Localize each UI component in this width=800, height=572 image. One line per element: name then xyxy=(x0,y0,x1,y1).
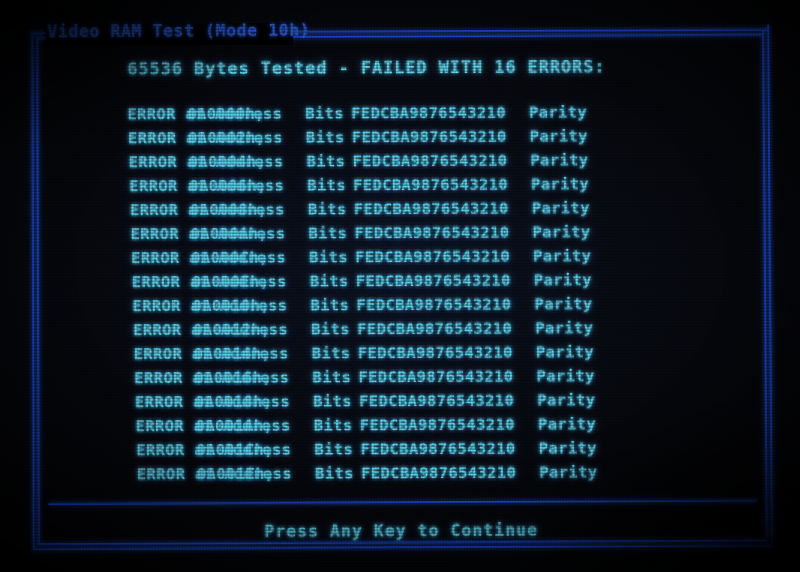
error-row-label: ERROR at Address xyxy=(128,152,284,172)
error-row-address: 0A000Ch, xyxy=(191,248,269,268)
frame-bottom-outer-line xyxy=(32,544,773,551)
error-row-bits-word: Bits xyxy=(313,416,353,435)
error-row-address: 0A0002h, xyxy=(187,128,266,148)
error-row-address: 0A0012h, xyxy=(193,320,271,340)
error-row-bits-word: Bits xyxy=(307,200,347,219)
error-row-label: ERROR at Address xyxy=(131,248,287,268)
error-row-bits: FEDCBA9876543210 xyxy=(355,271,511,291)
error-row-bits-word: Bits xyxy=(312,368,352,387)
error-row-bits-word: Bits xyxy=(313,392,352,411)
error-row-label: ERROR at Address xyxy=(134,392,291,412)
error-row-label: ERROR at Address xyxy=(131,272,287,292)
error-row-label: ERROR at Address xyxy=(134,368,290,388)
error-row-bits: FEDCBA9876543210 xyxy=(360,439,516,459)
error-row-kind: Parity xyxy=(538,439,597,458)
test-result-heading: 65536 Bytes Tested - FAILED WITH 16 ERRO… xyxy=(127,57,606,80)
error-row-bits: FEDCBA9876543210 xyxy=(357,343,513,363)
error-row-bits: FEDCBA9876543210 xyxy=(353,175,509,195)
error-row-bits-word: Bits xyxy=(309,248,348,267)
error-list: ERROR at Address 0A0000h, Bits FEDCBA987654… xyxy=(0,99,800,487)
error-row-address: 0A0010h, xyxy=(192,296,270,316)
error-row-bits-word: Bits xyxy=(307,176,346,195)
error-row-bits-word: Bits xyxy=(311,320,350,339)
error-row-kind: Parity xyxy=(531,199,590,218)
error-row-address: 0A000Eh, xyxy=(191,272,270,292)
separator-line xyxy=(48,499,757,506)
error-row-bits: FEDCBA9876543210 xyxy=(357,319,513,339)
error-row-bits: FEDCBA9876543210 xyxy=(352,151,508,171)
error-row-kind: Parity xyxy=(535,319,594,338)
error-row-address: 0A001Eh, xyxy=(196,464,275,484)
error-row-address: 0A0014h, xyxy=(193,344,272,364)
error-row-address: 0A0004h, xyxy=(188,152,267,172)
error-row-address: 0A0000h, xyxy=(187,104,265,124)
error-row-address: 0A001Ch, xyxy=(196,440,274,460)
error-row-bits: FEDCBA9876543210 xyxy=(356,295,512,315)
error-row-bits: FEDCBA9876543210 xyxy=(359,391,515,411)
error-row-label: ERROR at Address xyxy=(129,176,285,196)
error-row-label: ERROR at Address xyxy=(133,320,289,340)
error-row-bits: FEDCBA9876543210 xyxy=(355,247,511,267)
error-row-bits-word: Bits xyxy=(309,272,349,291)
error-row-kind: Parity xyxy=(536,367,595,386)
crt-monitor-photo: Video RAM Test (Mode 10h) 65536 Bytes Te… xyxy=(0,0,800,572)
error-row-bits-word: Bits xyxy=(305,128,345,147)
bios-screen: Video RAM Test (Mode 10h) 65536 Bytes Te… xyxy=(0,0,800,572)
error-row-kind: Parity xyxy=(532,223,591,242)
error-row-address: 0A001Ah, xyxy=(195,416,274,436)
frame-title-stub-inner xyxy=(36,37,46,40)
error-row-bits-word: Bits xyxy=(310,296,350,315)
continue-prompt: Press Any Key to Continue xyxy=(264,520,539,542)
error-row-kind: Parity xyxy=(535,343,595,362)
error-row-bits: FEDCBA9876543210 xyxy=(359,415,515,435)
error-row-kind: Parity xyxy=(530,151,589,170)
error-row-label: ERROR at Address xyxy=(132,296,288,316)
error-row-address: 0A0016h, xyxy=(194,368,272,388)
error-row-kind: Parity xyxy=(539,463,598,482)
error-row-bits-word: Bits xyxy=(311,344,351,363)
error-row-kind: Parity xyxy=(533,271,592,290)
error-row-label: ERROR at Address xyxy=(128,128,283,148)
error-row-kind: Parity xyxy=(529,127,588,146)
error-row-address: 0A0018h, xyxy=(194,392,273,412)
error-row-kind: Parity xyxy=(534,295,593,314)
error-row-label: ERROR at Address xyxy=(130,224,286,244)
error-row-kind: Parity xyxy=(537,415,597,434)
error-row-bits-word: Bits xyxy=(315,464,354,483)
error-row-bits-word: Bits xyxy=(305,104,344,123)
error-row-label: ERROR at Address xyxy=(135,416,291,436)
error-row-bits: FEDCBA9876543210 xyxy=(353,199,509,219)
error-row-kind: Parity xyxy=(528,103,588,122)
error-row-address: 0A0008h, xyxy=(189,200,268,220)
error-row-bits: FEDCBA9876543210 xyxy=(351,127,507,147)
error-row-bits: FEDCBA9876543210 xyxy=(361,463,517,483)
error-row-label: ERROR at Address xyxy=(127,104,283,124)
error-row-bits-word: Bits xyxy=(306,152,346,171)
error-row-label: ERROR at Address xyxy=(133,344,289,364)
error-row-bits: FEDCBA9876543210 xyxy=(358,367,514,387)
error-row: ERROR at Address 0A001Eh, Bits FEDCBA987654… xyxy=(9,459,800,487)
error-row-kind: Parity xyxy=(537,391,596,410)
error-row-bits-word: Bits xyxy=(314,440,354,459)
error-row-address: 0A0006h, xyxy=(189,176,267,196)
frame-title-stub-outer xyxy=(31,32,46,35)
error-row-address: 0A000Ah, xyxy=(190,224,269,244)
error-row-kind: Parity xyxy=(533,247,592,266)
error-row-bits-word: Bits xyxy=(308,224,348,243)
error-row-label: ERROR at Address xyxy=(136,440,292,460)
error-row-bits: FEDCBA9876543210 xyxy=(351,103,507,123)
error-row-label: ERROR at Address xyxy=(129,200,285,220)
error-row-label: ERROR at Address xyxy=(136,464,292,484)
error-row-kind: Parity xyxy=(531,175,590,194)
window-title: Video RAM Test (Mode 10h) xyxy=(47,20,311,42)
error-row-bits: FEDCBA9876543210 xyxy=(354,223,510,243)
